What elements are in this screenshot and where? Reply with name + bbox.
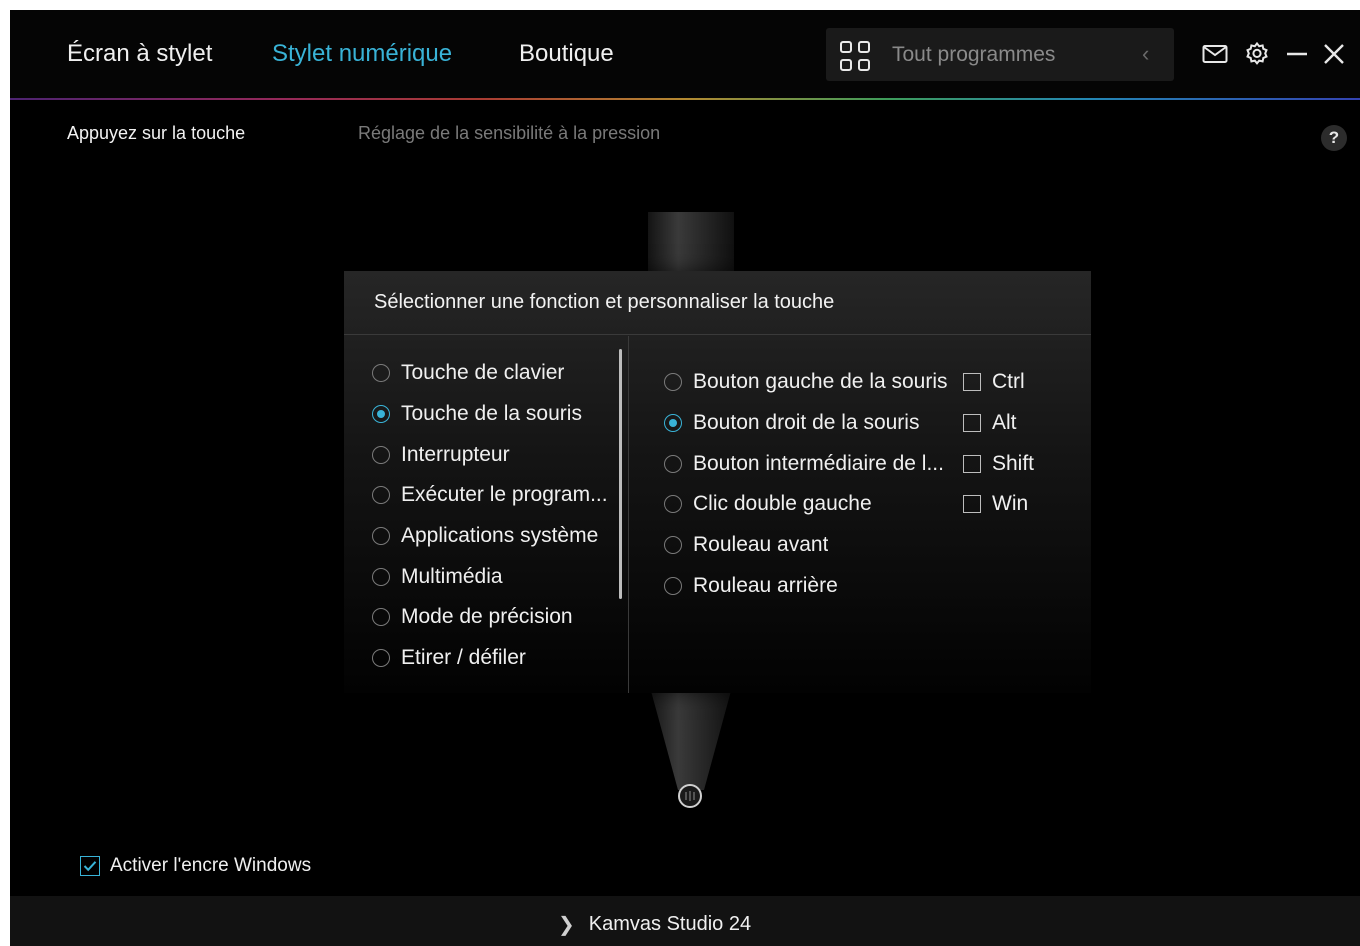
radio-button[interactable] [664,454,682,473]
mouse-option[interactable]: Rouleau arrière [664,565,964,606]
radio-button[interactable] [372,608,390,627]
option-label: Touche de clavier [401,361,565,385]
radio-button[interactable] [664,373,682,392]
subtab-pressure-sensitivity[interactable]: Réglage de la sensibilité à la pression [358,123,660,144]
help-button[interactable]: ? [1321,125,1347,151]
option-label: Rouleau avant [693,533,829,557]
function-dialog: Sélectionner une fonction et personnalis… [344,271,1091,693]
radio-button-selected[interactable] [664,414,682,433]
mouse-button-list: Bouton gauche de la souris Bouton droit … [664,362,964,606]
dialog-header: Sélectionner une fonction et personnalis… [344,271,1091,335]
function-type-option[interactable]: Mode de précision [372,597,622,638]
checkbox[interactable] [963,454,981,473]
radio-button-selected[interactable] [372,405,390,424]
mouse-option[interactable]: Bouton gauche de la souris [664,362,964,403]
function-type-option[interactable]: Touche de clavier [372,353,622,394]
title-bar: Écran à stylet Stylet numérique Boutique… [10,10,1360,98]
radio-button[interactable] [372,445,390,464]
option-label: Bouton droit de la souris [693,411,920,435]
option-label: Bouton intermédiaire de l... [693,451,944,475]
option-label: Win [992,492,1029,516]
chevron-right-icon[interactable]: ❯ [558,912,575,937]
function-type-option[interactable] [372,679,622,689]
tab-store[interactable]: Boutique [519,40,614,68]
app-window: Écran à stylet Stylet numérique Boutique… [10,10,1360,946]
option-label: Interrupteur [401,442,510,466]
function-type-option[interactable]: Interrupteur [372,434,622,475]
tab-pen-tablet[interactable]: Stylet numérique [272,40,452,68]
radio-button[interactable] [664,576,682,595]
radio-button[interactable] [664,536,682,555]
option-label: Applications système [401,524,599,548]
modifier-option-shift[interactable]: Shift [963,443,1073,484]
radio-button[interactable] [372,527,390,546]
mouse-option[interactable]: Clic double gauche [664,484,964,525]
dialog-title: Sélectionner une fonction et personnalis… [374,291,835,313]
option-label: Exécuter le program... [401,483,608,507]
windows-ink-toggle[interactable]: Activer l'encre Windows [80,855,311,877]
option-label: Rouleau arrière [693,573,838,597]
function-type-option[interactable]: Exécuter le program... [372,475,622,516]
modifier-option-alt[interactable]: Alt [963,403,1073,444]
radio-button[interactable] [372,567,390,586]
option-label: Ctrl [992,370,1025,394]
mail-icon[interactable] [1200,36,1230,72]
gear-icon[interactable] [1242,36,1272,72]
option-label: Bouton gauche de la souris [693,370,948,394]
minimize-icon[interactable] [1282,36,1312,72]
modifier-option-ctrl[interactable]: Ctrl [963,362,1073,403]
radio-button[interactable] [372,649,390,668]
modifier-option-win[interactable]: Win [963,484,1073,525]
device-name: Kamvas Studio 24 [588,913,752,935]
function-type-option[interactable]: Applications système [372,516,622,557]
function-type-option[interactable]: Touche de la souris [372,394,622,435]
option-label: Clic double gauche [693,492,872,516]
subtab-press-button[interactable]: Appuyez sur la touche [67,123,245,144]
radio-button[interactable] [372,364,390,383]
divider [628,336,629,693]
option-label: Alt [992,411,1017,435]
accent-divider [10,98,1360,100]
device-bar: ❯ Kamvas Studio 24 [10,896,1360,946]
checkbox-checked[interactable] [80,856,100,876]
grid-icon [840,41,872,73]
function-type-option[interactable]: Etirer / défiler [372,638,622,679]
radio-button[interactable] [664,495,682,514]
option-label: Shift [992,451,1035,475]
program-selector-label: Tout programmes [892,43,1056,66]
chevron-left-icon[interactable]: ‹ [1142,41,1149,67]
option-label: Mode de précision [401,605,573,629]
modifier-key-list: Ctrl Alt Shift Win [963,362,1073,525]
radio-button[interactable] [372,486,390,505]
mouse-option[interactable]: Bouton droit de la souris [664,403,964,444]
option-label: Etirer / défiler [401,646,526,670]
tab-pen-display[interactable]: Écran à stylet [67,40,212,68]
checkbox[interactable] [963,414,981,433]
option-label: Touche de la souris [401,402,582,426]
close-icon[interactable] [1319,36,1349,72]
mouse-option[interactable]: Rouleau avant [664,525,964,566]
option-label: Multimédia [401,564,503,588]
checkbox[interactable] [963,373,981,392]
program-selector[interactable]: Tout programmes ‹ [826,28,1174,81]
mouse-option[interactable]: Bouton intermédiaire de l... [664,443,964,484]
function-type-list: Touche de clavier Touche de la souris In… [372,353,622,688]
function-type-option[interactable]: Multimédia [372,556,622,597]
device-selector[interactable]: ❯ Kamvas Studio 24 [558,912,751,937]
windows-ink-label: Activer l'encre Windows [110,855,312,876]
checkbox[interactable] [963,495,981,514]
scrollbar[interactable] [619,349,622,599]
